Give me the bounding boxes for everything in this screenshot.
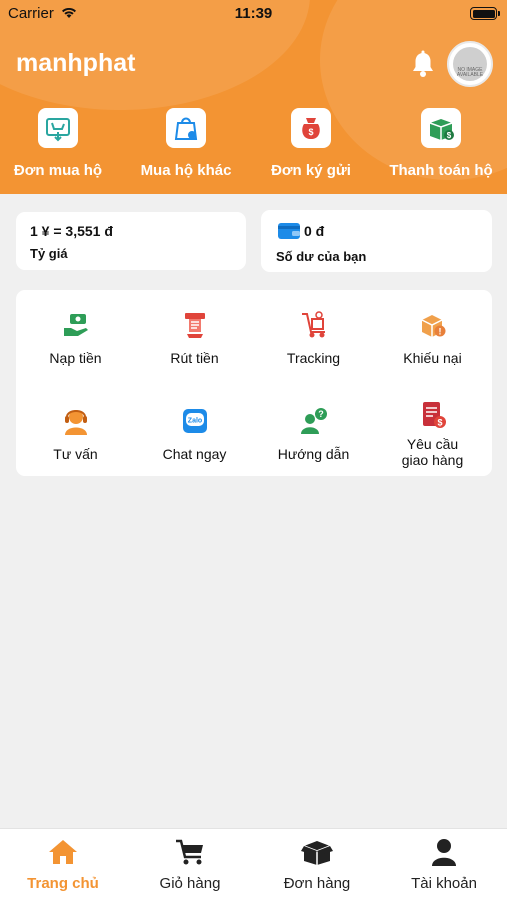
svg-text:$: $	[308, 127, 313, 137]
tab-home[interactable]: Trang chủ	[0, 837, 126, 892]
exchange-rate-card: 1 ¥ = 3,551 đ Tỷ giá	[16, 212, 246, 270]
quick-action-payment[interactable]: $ Thanh toán hộ	[378, 108, 504, 179]
tab-label: Giỏ hàng	[159, 875, 221, 892]
deposit-icon	[61, 310, 91, 340]
quick-action-buy-order[interactable]: Đơn mua hộ	[0, 108, 121, 179]
service-complaint[interactable]: ! Khiếu nại	[373, 310, 492, 366]
battery-icon	[470, 7, 500, 20]
delivery-request-icon: $	[418, 400, 448, 430]
service-label: Yêu cầu giao hàng	[401, 436, 464, 468]
svg-text:!: !	[438, 327, 441, 337]
withdraw-icon	[180, 310, 210, 340]
avatar-placeholder-text: NO IMAGE AVAILABLE	[456, 67, 484, 78]
complaint-icon: !	[418, 310, 448, 340]
consignment-icon: $	[291, 108, 331, 148]
svg-text:$: $	[437, 418, 442, 428]
tab-cart[interactable]: Giỏ hàng	[127, 837, 253, 892]
quick-action-consignment[interactable]: $ Đơn ký gửi	[248, 108, 374, 179]
buy-order-icon	[38, 108, 78, 148]
svg-text:?: ?	[318, 409, 324, 419]
clock: 11:39	[234, 5, 273, 22]
tracking-icon	[299, 310, 329, 340]
wallet-icon	[278, 222, 300, 245]
bell-icon[interactable]	[410, 50, 436, 83]
tab-account[interactable]: Tài khoản	[381, 837, 507, 892]
service-label: Chat ngay	[162, 446, 227, 462]
cart-icon	[174, 837, 206, 867]
service-consult[interactable]: Tư vấn	[16, 406, 135, 462]
svg-text:Zalo: Zalo	[187, 418, 201, 425]
service-guide[interactable]: ? Hướng dẫn	[254, 406, 373, 462]
home-icon	[47, 837, 79, 867]
consult-icon	[61, 406, 91, 436]
quick-action-label: Mua hộ khác	[140, 162, 232, 179]
service-label: Khiếu nại	[403, 350, 462, 366]
balance-label: Số dư của bạn	[276, 249, 367, 264]
service-label: Tư vấn	[53, 446, 98, 462]
service-label: Rút tiền	[170, 350, 219, 366]
service-tracking[interactable]: Tracking	[254, 310, 373, 366]
user-icon	[428, 837, 460, 867]
service-label: Tracking	[286, 350, 341, 366]
status-bar: Carrier 11:39	[0, 0, 507, 28]
balance-card[interactable]: 0 đ Số dư của bạn	[261, 210, 492, 272]
tab-orders[interactable]: Đơn hàng	[254, 837, 380, 892]
quick-action-label: Đơn ký gửi	[271, 162, 351, 179]
tab-bar: Trang chủ Giỏ hàng Đơn hàng Tài khoản	[0, 828, 507, 900]
shopping-bag-icon	[166, 108, 206, 148]
quick-action-label: Đơn mua hộ	[13, 162, 103, 179]
exchange-rate-value: 1 ¥ = 3,551 đ	[30, 223, 113, 239]
orders-box-icon	[301, 837, 333, 867]
guide-icon: ?	[299, 406, 329, 436]
service-label: Hướng dẫn	[277, 446, 350, 462]
avatar[interactable]: NO IMAGE AVAILABLE	[447, 41, 493, 87]
zalo-chat-icon: Zalo	[180, 406, 210, 436]
service-delivery-request[interactable]: $ Yêu cầu giao hàng	[373, 400, 492, 468]
services-grid: Nạp tiền Rút tiền Tracking ! Khiếu nại T…	[16, 290, 492, 476]
header: Carrier 11:39 manhphat NO IMAGE AVAILABL…	[0, 0, 507, 194]
service-withdraw[interactable]: Rút tiền	[135, 310, 254, 366]
service-label: Nạp tiền	[49, 350, 102, 366]
svg-text:$: $	[447, 131, 452, 140]
tab-label: Tài khoản	[411, 875, 477, 892]
tab-label: Đơn hàng	[283, 875, 351, 892]
exchange-rate-label: Tỷ giá	[30, 246, 68, 261]
balance-value: 0 đ	[304, 223, 325, 239]
tab-label: Trang chủ	[27, 875, 99, 892]
payment-box-icon: $	[421, 108, 461, 148]
service-chat[interactable]: Zalo Chat ngay	[135, 406, 254, 462]
app-title: manhphat	[16, 49, 136, 77]
service-deposit[interactable]: Nạp tiền	[16, 310, 135, 366]
quick-action-label: Thanh toán hộ	[389, 162, 493, 179]
quick-action-buy-other[interactable]: Mua hộ khác	[123, 108, 249, 179]
quick-actions: Đơn mua hộ Mua hộ khác $ Đơn ký gửi $ Th…	[0, 108, 507, 188]
